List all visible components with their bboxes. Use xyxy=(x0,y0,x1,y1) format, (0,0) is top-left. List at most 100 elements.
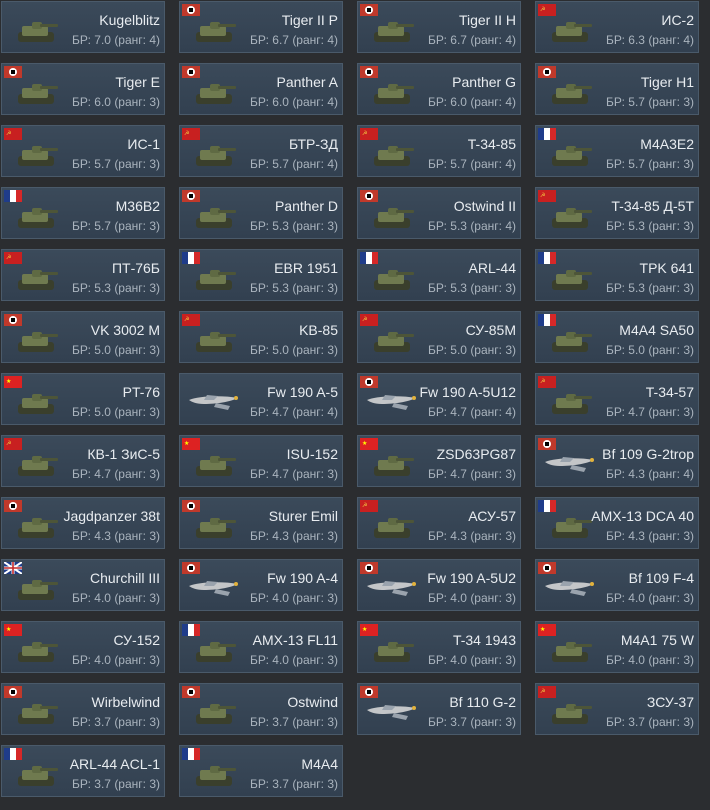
battle-rating: БР: 7.0 (ранг: 4) xyxy=(72,33,160,47)
battle-rating: БР: 4.0 (ранг: 3) xyxy=(72,591,160,605)
vehicle-name: EBR 1951 xyxy=(274,260,338,276)
vehicle-name: Bf 110 G-2 xyxy=(449,694,516,710)
vehicle-card[interactable]: ☭ ИС-2 БР: 6.3 (ранг: 4) xyxy=(535,1,699,53)
vehicle-name: Fw 190 A-4 xyxy=(267,570,338,586)
vehicle-name: AMX-13 FL11 xyxy=(252,632,338,648)
battle-rating: БР: 6.0 (ранг: 4) xyxy=(428,95,516,109)
battle-rating: БР: 5.3 (ранг: 3) xyxy=(250,281,338,295)
vehicle-card[interactable]: ☭ T-34-57 БР: 4.7 (ранг: 3) xyxy=(535,373,699,425)
vehicle-card[interactable]: EBR 1951 БР: 5.3 (ранг: 3) xyxy=(179,249,343,301)
vehicle-card[interactable]: Fw 190 A-5U12 БР: 4.7 (ранг: 4) xyxy=(357,373,521,425)
vehicle-name: ПТ-76Б xyxy=(111,260,160,276)
vehicle-card[interactable]: Wirbelwind БР: 3.7 (ранг: 3) xyxy=(1,683,165,735)
vehicle-card[interactable]: ☭ T-34-85 Д-5Т БР: 5.3 (ранг: 3) xyxy=(535,187,699,239)
battle-rating: БР: 4.3 (ранг: 3) xyxy=(72,529,160,543)
vehicle-card[interactable]: M4A4 БР: 3.7 (ранг: 3) xyxy=(179,745,343,797)
battle-rating: БР: 4.0 (ранг: 3) xyxy=(72,653,160,667)
vehicle-card[interactable]: Fw 190 A-5 БР: 4.7 (ранг: 4) xyxy=(179,373,343,425)
battle-rating: БР: 4.7 (ранг: 3) xyxy=(72,467,160,481)
battle-rating: БР: 3.7 (ранг: 3) xyxy=(250,777,338,791)
battle-rating: БР: 6.7 (ранг: 4) xyxy=(250,33,338,47)
vehicle-card[interactable]: ☭ ЗСУ-37 БР: 3.7 (ранг: 3) xyxy=(535,683,699,735)
vehicle-card[interactable]: ☭ БТР-ЗД БР: 5.7 (ранг: 4) xyxy=(179,125,343,177)
vehicle-card[interactable]: Fw 190 A-4 БР: 4.0 (ранг: 3) xyxy=(179,559,343,611)
vehicle-card[interactable]: ☭ T-34-85 БР: 5.7 (ранг: 4) xyxy=(357,125,521,177)
battle-rating: БР: 4.3 (ранг: 3) xyxy=(606,529,694,543)
battle-rating: БР: 5.7 (ранг: 4) xyxy=(250,157,338,171)
vehicle-name: AMX-13 DCA 40 xyxy=(591,508,694,524)
vehicle-name: Bf 109 G-2trop xyxy=(602,446,694,462)
vehicle-card[interactable]: ☭ КВ-1 ЗиС-5 БР: 4.7 (ранг: 3) xyxy=(1,435,165,487)
battle-rating: БР: 5.7 (ранг: 3) xyxy=(72,157,160,171)
vehicle-card[interactable]: AMX-13 FL11 БР: 4.0 (ранг: 3) xyxy=(179,621,343,673)
vehicle-card[interactable]: Fw 190 A-5U2 БР: 4.0 (ранг: 3) xyxy=(357,559,521,611)
vehicle-card[interactable]: Panther D БР: 5.3 (ранг: 3) xyxy=(179,187,343,239)
battle-rating: БР: 5.0 (ранг: 3) xyxy=(250,343,338,357)
vehicle-card[interactable]: Kugelblitz БР: 7.0 (ранг: 4) xyxy=(1,1,165,53)
vehicle-name: Kugelblitz xyxy=(99,12,160,28)
vehicle-card[interactable]: ARL-44 ACL-1 БР: 3.7 (ранг: 3) xyxy=(1,745,165,797)
vehicle-name: Sturer Emil xyxy=(268,508,338,524)
vehicle-card[interactable]: VK 3002 M БР: 5.0 (ранг: 3) xyxy=(1,311,165,363)
vehicle-name: Fw 190 A-5U12 xyxy=(419,384,517,400)
vehicle-card[interactable]: ARL-44 БР: 5.3 (ранг: 3) xyxy=(357,249,521,301)
vehicle-card[interactable]: ★ T-34 1943 БР: 4.0 (ранг: 3) xyxy=(357,621,521,673)
vehicle-card[interactable]: ★ PT-76 БР: 5.0 (ранг: 3) xyxy=(1,373,165,425)
vehicle-name: T-34-57 xyxy=(645,384,694,400)
vehicle-card[interactable]: TPK 641 БР: 5.3 (ранг: 3) xyxy=(535,249,699,301)
vehicle-card[interactable]: ☭ KB-85 БР: 5.0 (ранг: 3) xyxy=(179,311,343,363)
vehicle-name: M4A1 75 W xyxy=(620,632,694,648)
vehicle-card[interactable]: ★ ZSD63PG87 БР: 4.7 (ранг: 3) xyxy=(357,435,521,487)
vehicle-card[interactable]: AMX-13 DCA 40 БР: 4.3 (ранг: 3) xyxy=(535,497,699,549)
battle-rating: БР: 6.3 (ранг: 4) xyxy=(606,33,694,47)
vehicle-name: Bf 109 F-4 xyxy=(628,570,694,586)
vehicle-name: Panther D xyxy=(274,198,338,214)
vehicle-card[interactable]: ★ M4A1 75 W БР: 4.0 (ранг: 3) xyxy=(535,621,699,673)
vehicle-card[interactable]: Tiger E БР: 6.0 (ранг: 3) xyxy=(1,63,165,115)
vehicle-name: ИС-1 xyxy=(127,136,160,152)
battle-rating: БР: 4.3 (ранг: 3) xyxy=(250,529,338,543)
vehicle-card[interactable]: Churchill III БР: 4.0 (ранг: 3) xyxy=(1,559,165,611)
vehicle-card[interactable]: ☭ ПТ-76Б БР: 5.3 (ранг: 3) xyxy=(1,249,165,301)
vehicle-name: Ostwind II xyxy=(453,198,516,214)
vehicle-name: СУ-152 xyxy=(113,632,160,648)
battle-rating: БР: 5.3 (ранг: 3) xyxy=(606,281,694,295)
vehicle-card[interactable]: Panther G БР: 6.0 (ранг: 4) xyxy=(357,63,521,115)
vehicle-card[interactable]: Bf 109 F-4 БР: 4.0 (ранг: 3) xyxy=(535,559,699,611)
vehicle-card[interactable]: ☭ ИС-1 БР: 5.7 (ранг: 3) xyxy=(1,125,165,177)
vehicle-name: АСУ-57 xyxy=(468,508,516,524)
vehicle-card[interactable]: Tiger II P БР: 6.7 (ранг: 4) xyxy=(179,1,343,53)
battle-rating: БР: 5.3 (ранг: 3) xyxy=(428,281,516,295)
vehicle-card[interactable]: Panther A БР: 6.0 (ранг: 4) xyxy=(179,63,343,115)
vehicle-card[interactable]: M36B2 БР: 5.7 (ранг: 3) xyxy=(1,187,165,239)
vehicle-name: КВ-1 ЗиС-5 xyxy=(87,446,160,462)
vehicle-name: Fw 190 A-5 xyxy=(267,384,338,400)
vehicle-card[interactable]: Tiger H1 БР: 5.7 (ранг: 3) xyxy=(535,63,699,115)
vehicle-card[interactable]: Tiger II H БР: 6.7 (ранг: 4) xyxy=(357,1,521,53)
vehicle-card[interactable]: Ostwind БР: 3.7 (ранг: 3) xyxy=(179,683,343,735)
battle-rating: БР: 4.0 (ранг: 3) xyxy=(250,591,338,605)
vehicle-name: ИС-2 xyxy=(661,12,694,28)
battle-rating: БР: 4.0 (ранг: 3) xyxy=(428,653,516,667)
vehicle-card[interactable]: Ostwind II БР: 5.3 (ранг: 4) xyxy=(357,187,521,239)
battle-rating: БР: 4.0 (ранг: 3) xyxy=(606,591,694,605)
vehicle-card[interactable]: M4A3E2 БР: 5.7 (ранг: 3) xyxy=(535,125,699,177)
vehicle-card[interactable]: Bf 109 G-2trop БР: 4.3 (ранг: 4) xyxy=(535,435,699,487)
vehicle-card[interactable]: ★ СУ-152 БР: 4.0 (ранг: 3) xyxy=(1,621,165,673)
battle-rating: БР: 6.0 (ранг: 4) xyxy=(250,95,338,109)
vehicle-name: Tiger II H xyxy=(458,12,516,28)
vehicle-card[interactable]: Bf 110 G-2 БР: 3.7 (ранг: 3) xyxy=(357,683,521,735)
vehicle-name: Wirbelwind xyxy=(91,694,160,710)
battle-rating: БР: 6.0 (ранг: 3) xyxy=(72,95,160,109)
vehicle-card[interactable]: Sturer Emil БР: 4.3 (ранг: 3) xyxy=(179,497,343,549)
vehicle-name: ISU-152 xyxy=(286,446,338,462)
vehicle-card[interactable]: ☭ АСУ-57 БР: 4.3 (ранг: 3) xyxy=(357,497,521,549)
vehicle-card[interactable]: ★ ISU-152 БР: 4.7 (ранг: 3) xyxy=(179,435,343,487)
vehicle-card[interactable]: M4A4 SA50 БР: 5.0 (ранг: 3) xyxy=(535,311,699,363)
battle-rating: БР: 5.3 (ранг: 3) xyxy=(72,281,160,295)
battle-rating: БР: 3.7 (ранг: 3) xyxy=(250,715,338,729)
battle-rating: БР: 4.7 (ранг: 3) xyxy=(250,467,338,481)
vehicle-name: ARL-44 ACL-1 xyxy=(69,756,160,772)
vehicle-card[interactable]: Jagdpanzer 38t БР: 4.3 (ранг: 3) xyxy=(1,497,165,549)
vehicle-card[interactable]: ☭ СУ-85М БР: 5.0 (ранг: 3) xyxy=(357,311,521,363)
